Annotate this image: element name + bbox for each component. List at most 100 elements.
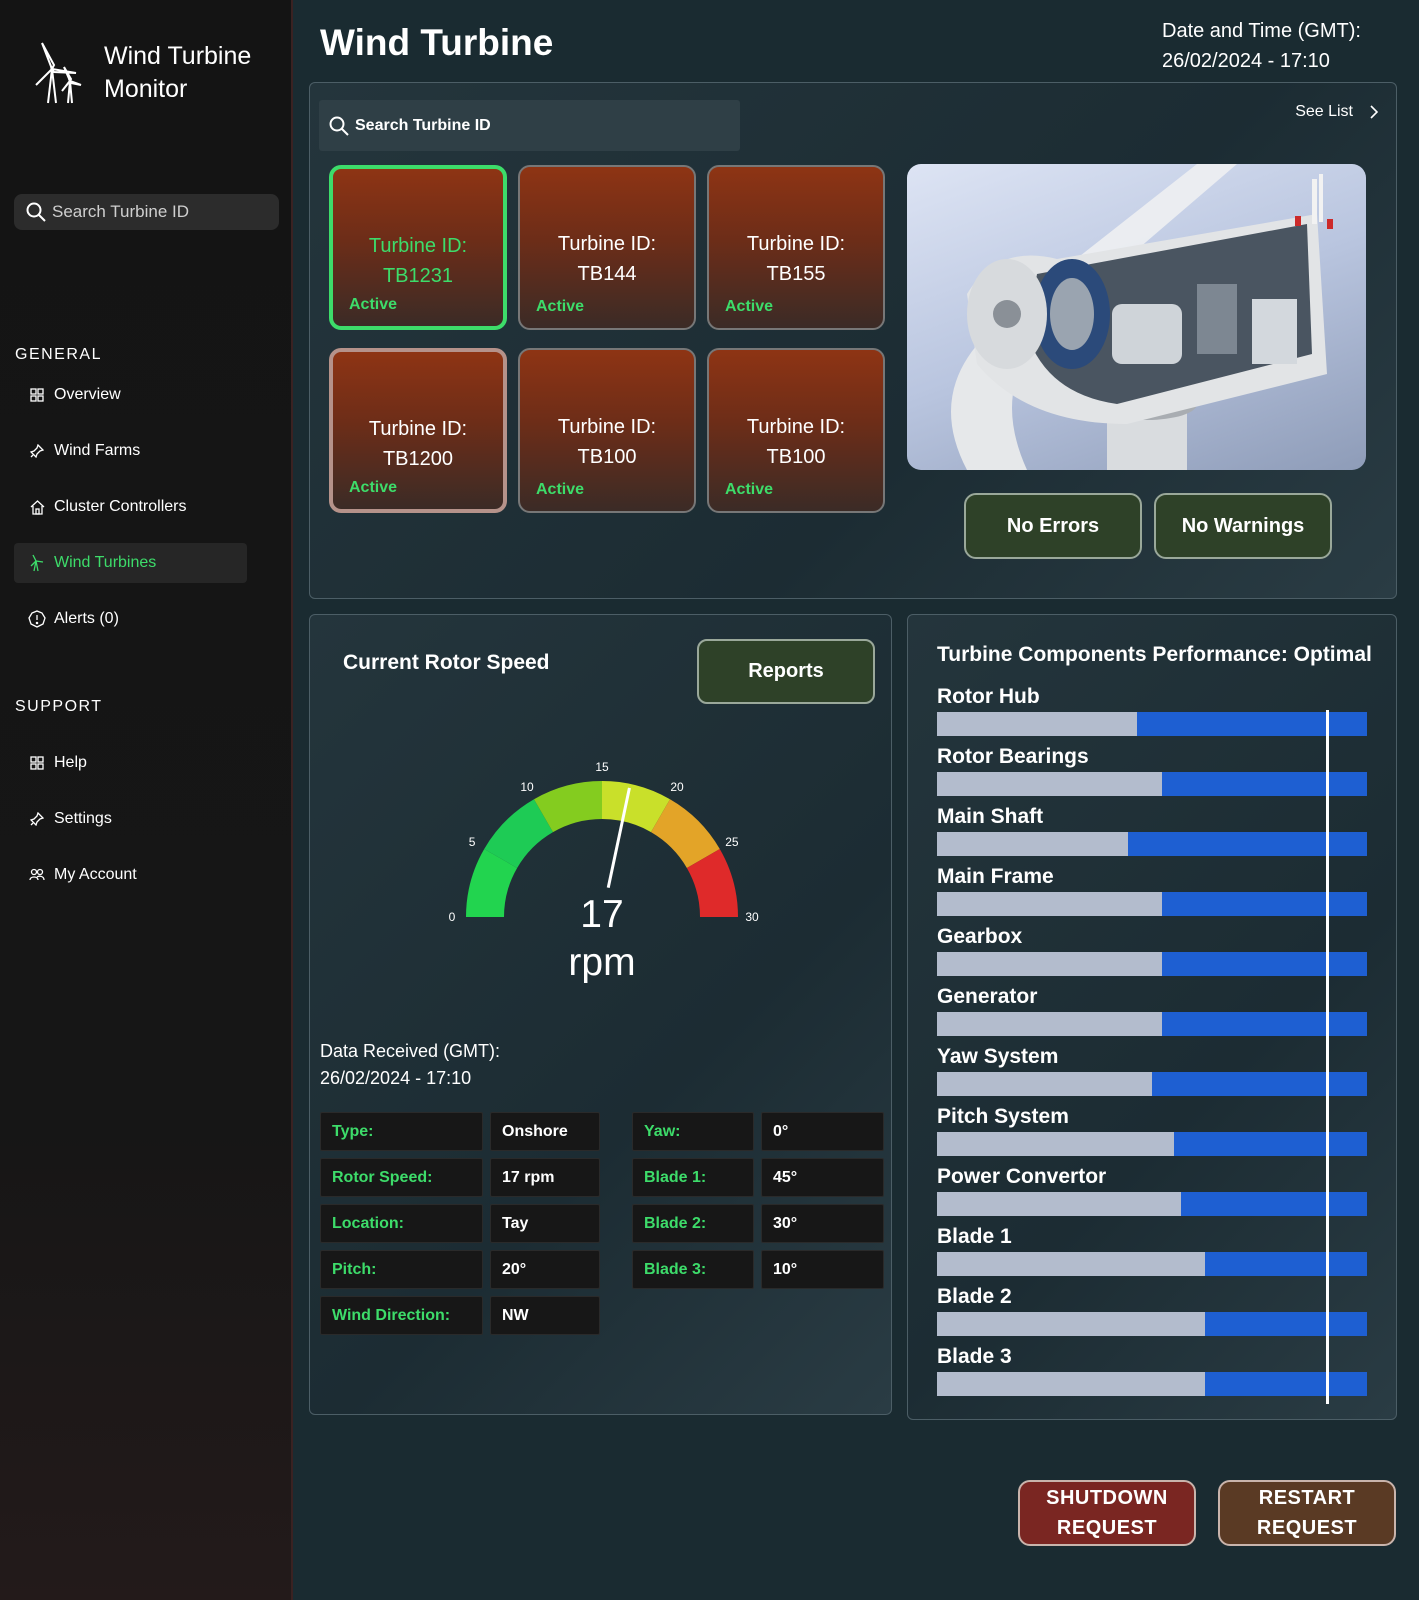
restart-request-button[interactable]: RESTART REQUEST (1218, 1480, 1396, 1546)
component-row: Gearbox (937, 925, 1367, 976)
sidebar-item-help[interactable]: Help (14, 743, 247, 783)
turbine-status: Active (536, 298, 585, 315)
alert-icon (28, 610, 46, 628)
component-performance-bar (937, 712, 1367, 736)
rotor-speed-panel: Current Rotor Speed Reports 0 5 10 15 20 25 30… (309, 614, 892, 1415)
component-performance-bar (937, 892, 1367, 916)
turbine-id-label: Turbine ID: (746, 233, 846, 255)
sidebar-item-settings[interactable]: Settings (14, 799, 247, 839)
component-row: Blade 1 (937, 1225, 1367, 1276)
data-received: Data Received (GMT): 26/02/2024 - 17:10 (320, 1038, 500, 1092)
component-name: Power Convertor (937, 1165, 1107, 1188)
turbine-search-input[interactable] (355, 116, 735, 135)
sidebar-item-cluster-controllers[interactable]: Cluster Controllers (14, 487, 247, 527)
component-name: Pitch System (937, 1105, 1069, 1128)
turbine-id-value: TB1231 (382, 265, 454, 287)
detail-key-rotor-speed: Rotor Speed: (320, 1158, 483, 1197)
nacelle-cutaway-image (907, 164, 1366, 470)
gauge-tick-label: 0 (449, 910, 456, 924)
sidebar-item-wind-farms[interactable]: Wind Farms (14, 431, 247, 471)
performance-threshold-marker (1326, 710, 1330, 1404)
no-errors-badge[interactable]: No Errors (964, 493, 1142, 559)
sidebar-item-alerts[interactable]: Alerts (0) (14, 599, 247, 639)
detail-key-location: Location: (320, 1204, 483, 1243)
app-title: Wind Turbine Monitor (104, 42, 252, 103)
component-name: Generator (937, 985, 1038, 1008)
sidebar-item-my-account[interactable]: My Account (14, 855, 247, 895)
turbine-id-label: Turbine ID: (557, 233, 657, 255)
gauge-tick-label: 20 (670, 780, 684, 794)
gauge-tick-label: 10 (520, 780, 534, 794)
search-icon (26, 202, 46, 222)
turbine-id-label: Turbine ID: (368, 235, 468, 257)
component-row: Generator (937, 985, 1367, 1036)
detail-value-blade-3: 10° (761, 1250, 884, 1289)
shutdown-request-button[interactable]: SHUTDOWN REQUEST (1018, 1480, 1196, 1546)
components-title: Turbine Components Performance: Optimal (937, 643, 1372, 666)
detail-key-blade-3: Blade 3: (632, 1250, 754, 1289)
component-performance-fill (937, 1072, 1152, 1096)
turbine-status: Active (349, 479, 398, 496)
page-title: Wind Turbine (320, 22, 554, 63)
detail-key-yaw: Yaw: (632, 1112, 754, 1151)
component-name: Blade 3 (937, 1345, 1012, 1368)
gauge-unit: rpm (568, 941, 635, 984)
component-performance-fill (937, 772, 1162, 796)
turbine-id-value: TB100 (577, 446, 637, 468)
gauge-tick-label: 15 (595, 760, 609, 774)
rotor-speed-gauge: 0 5 10 15 20 25 30 17 rpm (449, 760, 759, 984)
turbine-card-tb155[interactable]: Turbine ID: TB155 Active (707, 165, 885, 330)
turbine-card-tb100[interactable]: Turbine ID: TB100 Active (518, 348, 696, 513)
sidebar-search-input[interactable] (52, 202, 272, 222)
detail-value-blade-1: 45° (761, 1158, 884, 1197)
component-performance-bar (937, 772, 1367, 796)
sidebar-item-label: Cluster Controllers (54, 498, 187, 515)
component-name: Gearbox (937, 925, 1023, 948)
no-warnings-badge[interactable]: No Warnings (1154, 493, 1332, 559)
rotor-speed-title: Current Rotor Speed (343, 651, 550, 674)
turbine-selection-panel: See List Turbine ID: TB1231 Active Turbi… (309, 82, 1397, 599)
turbine-card-tb1231[interactable]: Turbine ID: TB1231 Active (329, 165, 507, 330)
turbine-card-tb100-2[interactable]: Turbine ID: TB100 Active (707, 348, 885, 513)
see-list-link[interactable]: See List (1295, 103, 1378, 121)
sidebar-item-label: Wind Turbines (54, 554, 157, 571)
data-received-value: 26/02/2024 - 17:10 (320, 1068, 472, 1088)
component-performance-bar (937, 1072, 1367, 1096)
component-row: Yaw System (937, 1045, 1367, 1096)
reports-button[interactable]: Reports (697, 639, 875, 704)
sidebar-item-wind-turbines[interactable]: Wind Turbines (14, 543, 247, 583)
datetime-label: Date and Time (GMT): (1162, 20, 1361, 42)
component-row: Blade 2 (937, 1285, 1367, 1336)
turbine-status: Active (349, 296, 398, 313)
component-row: Power Convertor (937, 1165, 1367, 1216)
gauge-tick-label: 30 (745, 910, 759, 924)
datetime-value: 26/02/2024 - 17:10 (1162, 50, 1330, 72)
header-datetime: Date and Time (GMT): 26/02/2024 - 17:10 (1162, 16, 1361, 76)
turbine-card-tb1200[interactable]: Turbine ID: TB1200 Active (329, 348, 507, 513)
shutdown-line2: REQUEST (1056, 1517, 1158, 1539)
component-name: Main Shaft (937, 805, 1044, 828)
component-performance-bar (937, 952, 1367, 976)
sidebar-item-overview[interactable]: Overview (14, 375, 247, 415)
gauge-tick-label: 5 (469, 835, 476, 849)
pin-icon (28, 442, 46, 460)
sidebar-item-label: Wind Farms (54, 442, 141, 459)
turbine-card-tb144[interactable]: Turbine ID: TB144 Active (518, 165, 696, 330)
turbine-id-value: TB155 (766, 263, 826, 285)
sidebar-search[interactable] (14, 194, 279, 230)
restart-line1: RESTART (1258, 1487, 1356, 1509)
turbine-id-label: Turbine ID: (368, 418, 468, 440)
detail-key-blade-1: Blade 1: (632, 1158, 754, 1197)
turbine-search[interactable] (319, 100, 740, 151)
component-performance-fill (937, 1312, 1205, 1336)
detail-key-blade-2: Blade 2: (632, 1204, 754, 1243)
detail-value-blade-2: 30° (761, 1204, 884, 1243)
component-performance-fill (937, 952, 1162, 976)
shutdown-line1: SHUTDOWN (1046, 1487, 1168, 1509)
pin-icon (28, 810, 46, 828)
component-performance-fill (937, 1252, 1205, 1276)
component-performance-fill (937, 1192, 1181, 1216)
component-performance-bar (937, 1012, 1367, 1036)
component-name: Main Frame (937, 865, 1054, 888)
component-performance-fill (937, 832, 1128, 856)
